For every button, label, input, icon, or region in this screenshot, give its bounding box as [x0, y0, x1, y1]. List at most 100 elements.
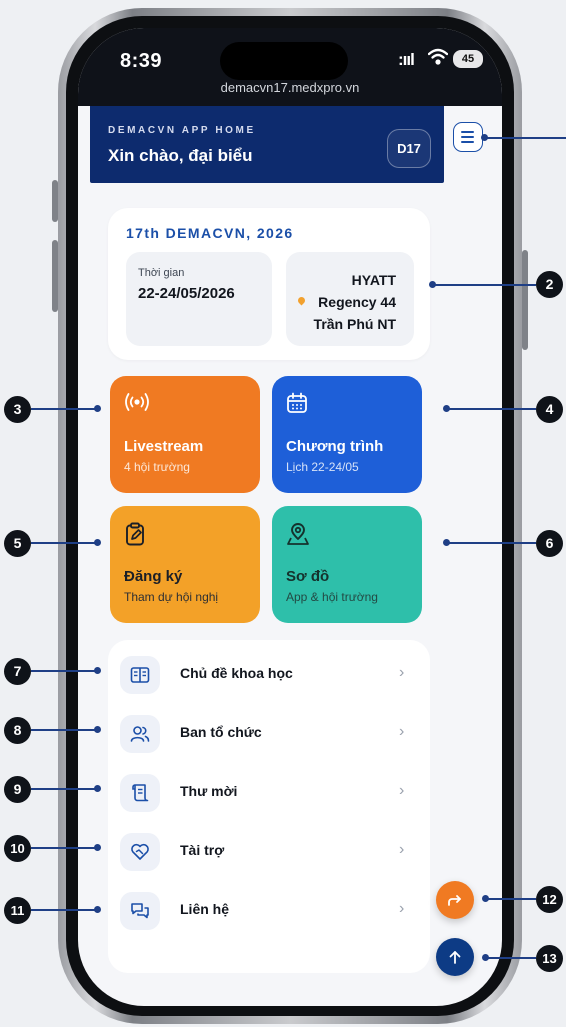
menu-list: Chủ đề khoa học › Ban tổ chức › Thư mời …: [108, 640, 430, 973]
callout-line: [447, 408, 536, 410]
callout-line: [31, 729, 98, 731]
list-item-contact[interactable]: Liên hệ ›: [108, 882, 430, 941]
callout-dot: [94, 405, 101, 412]
tile-subtitle: Tham dự hội nghị: [124, 590, 219, 604]
callout-line: [486, 898, 536, 900]
callout-line: [486, 957, 536, 959]
chevron-right-icon: ›: [399, 664, 405, 681]
tile-register[interactable]: Đăng ký Tham dự hội nghị: [110, 506, 260, 623]
time-value: 22-24/05/2026: [138, 285, 235, 302]
event-venue-box: HYATT Regency 44 Trần Phú NT: [286, 252, 414, 346]
tile-title: Sơ đồ: [286, 568, 330, 585]
phone-volume-button: [52, 180, 58, 222]
battery-icon: 45: [453, 50, 483, 68]
callout-marker-9: 9: [4, 776, 31, 803]
time-label: Thời gian: [138, 267, 185, 279]
status-time: 8:39: [120, 50, 163, 72]
app-kicker: DEMACVN APP HOME: [108, 125, 256, 136]
heart-handshake-icon: [120, 833, 160, 871]
calendar-icon: [287, 392, 307, 413]
chevron-right-icon: ›: [399, 841, 405, 858]
callout-marker-5: 5: [4, 530, 31, 557]
callout-dot: [94, 667, 101, 674]
list-item-sponsors[interactable]: Tài trợ ›: [108, 823, 430, 882]
event-title: 17th DEMACVN, 2026: [126, 225, 294, 241]
callout-line: [31, 408, 98, 410]
list-item-label: Liên hệ: [180, 901, 230, 917]
phone-screen: 8:39 :ııl 45 demacvn17.medxpro.vn DEMACV…: [78, 28, 502, 1006]
event-code-badge: D17: [387, 129, 431, 168]
tile-map[interactable]: Sơ đồ App & hội trường: [272, 506, 422, 623]
callout-dot: [94, 785, 101, 792]
app-header: DEMACVN APP HOME Xin chào, đại biểu D17: [90, 106, 444, 183]
callout-line: [31, 847, 98, 849]
list-item-label: Tài trợ: [180, 842, 225, 858]
phone-power-button: [522, 250, 528, 350]
broadcast-icon: [125, 393, 149, 411]
clipboard-edit-icon: [126, 522, 144, 546]
callout-marker-11: 11: [4, 897, 31, 924]
tile-subtitle: Lịch 22-24/05: [286, 460, 359, 474]
tile-title: Livestream: [124, 438, 204, 455]
callout-marker-6: 6: [536, 530, 563, 557]
tile-subtitle: App & hội trường: [286, 590, 378, 604]
share-button[interactable]: [436, 881, 474, 919]
callout-line: [447, 542, 536, 544]
map-pin-icon: [287, 523, 309, 545]
callout-marker-13: 13: [536, 945, 563, 972]
list-item-invitation[interactable]: Thư mời ›: [108, 764, 430, 823]
callout-dot: [94, 906, 101, 913]
callout-dot: [94, 539, 101, 546]
event-time-box: Thời gian 22-24/05/2026: [126, 252, 272, 346]
callout-marker-12: 12: [536, 886, 563, 913]
signal-icon: :ııl: [398, 50, 415, 69]
list-item-label: Ban tổ chức: [180, 724, 262, 740]
callout-dot: [482, 895, 489, 902]
callout-dot: [482, 954, 489, 961]
book-open-icon: [120, 656, 160, 694]
callout-marker-2: 2: [536, 271, 563, 298]
scroll-top-button[interactable]: [436, 938, 474, 976]
callout-line: [31, 909, 98, 911]
callout-marker-8: 8: [4, 717, 31, 744]
venue-line: Regency 44: [318, 294, 396, 310]
chevron-right-icon: ›: [399, 782, 405, 799]
callout-line: [486, 137, 566, 139]
callout-dot: [481, 134, 488, 141]
chevron-right-icon: ›: [399, 900, 405, 917]
chevron-right-icon: ›: [399, 723, 405, 740]
list-item-science-topics[interactable]: Chủ đề khoa học ›: [108, 646, 430, 705]
callout-marker-4: 4: [536, 396, 563, 423]
callout-line: [31, 788, 98, 790]
hamburger-menu-button[interactable]: [453, 122, 483, 152]
wifi-icon: [428, 48, 448, 65]
list-item-label: Thư mời: [180, 783, 238, 799]
callout-line: [31, 670, 98, 672]
share-icon: [448, 895, 461, 906]
venue-line: Trần Phú NT: [313, 316, 396, 332]
arrow-up-icon: [449, 951, 461, 964]
tile-livestream[interactable]: Livestream 4 hội trường: [110, 376, 260, 493]
greeting-title: Xin chào, đại biểu: [108, 146, 253, 165]
callout-line: [433, 284, 536, 286]
callout-marker-3: 3: [4, 396, 31, 423]
callout-dot: [429, 281, 436, 288]
tile-title: Đăng ký: [124, 568, 183, 585]
tile-subtitle: 4 hội trường: [124, 460, 190, 474]
phone-volume-button: [52, 240, 58, 312]
tile-title: Chương trình: [286, 438, 384, 455]
callout-dot: [94, 726, 101, 733]
callout-line: [31, 542, 98, 544]
scroll-icon: [120, 774, 160, 812]
chat-icon: [120, 892, 160, 930]
callout-marker-7: 7: [4, 658, 31, 685]
users-icon: [120, 715, 160, 753]
dynamic-island: [220, 42, 348, 80]
callout-marker-10: 10: [4, 835, 31, 862]
url-bar[interactable]: demacvn17.medxpro.vn: [78, 80, 502, 95]
list-item-organizers[interactable]: Ban tổ chức ›: [108, 705, 430, 764]
event-info-card: 17th DEMACVN, 2026 Thời gian 22-24/05/20…: [108, 208, 430, 360]
tile-program[interactable]: Chương trình Lịch 22-24/05: [272, 376, 422, 493]
callout-dot: [94, 844, 101, 851]
venue-line: HYATT: [351, 272, 396, 288]
